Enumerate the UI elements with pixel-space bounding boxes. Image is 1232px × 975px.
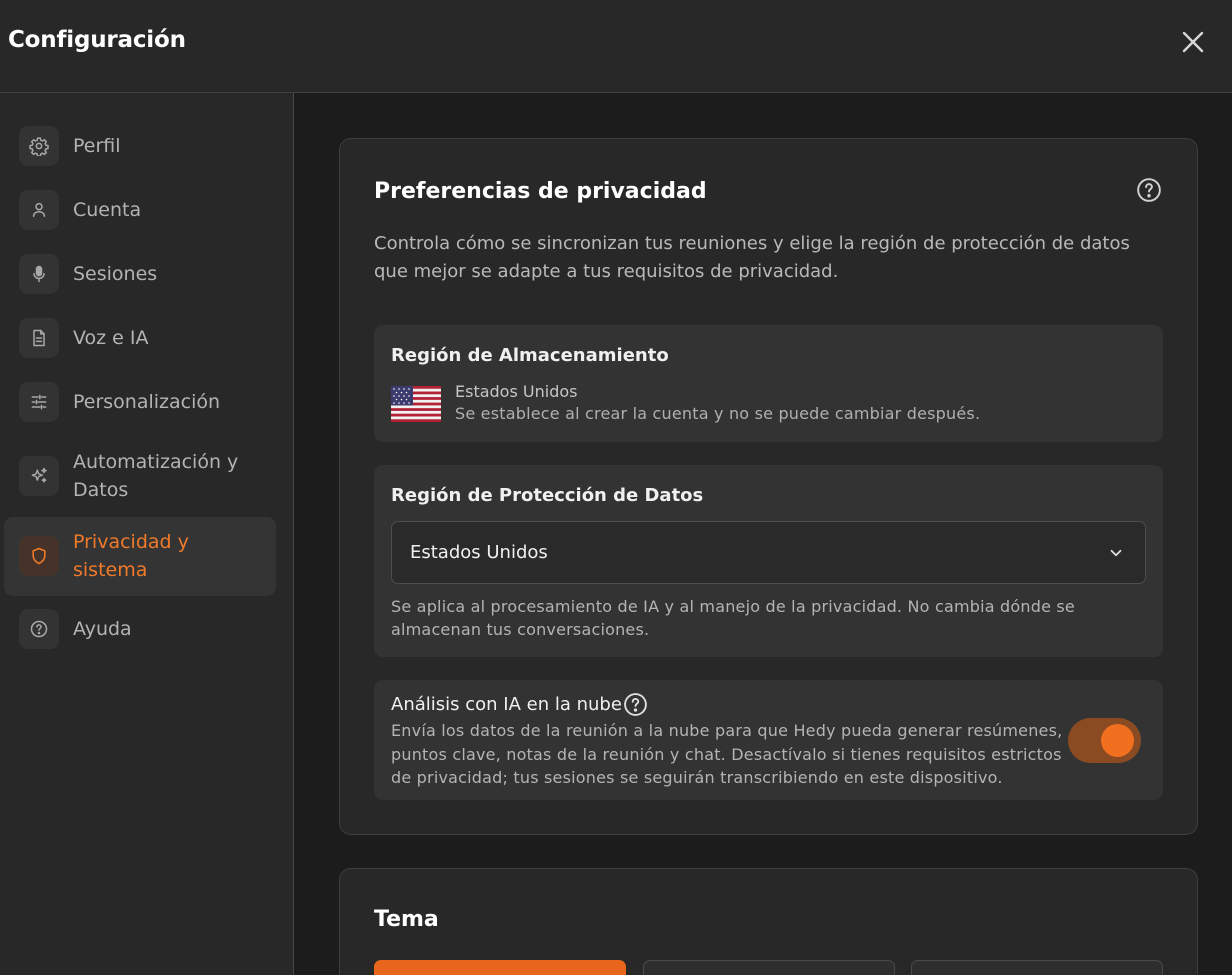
gear-icon: [19, 126, 59, 166]
theme-option[interactable]: [643, 960, 895, 975]
user-icon: [19, 190, 59, 230]
select-value: Estados Unidos: [410, 542, 548, 563]
cloud-ai-title: Análisis con IA en la nube: [391, 694, 622, 715]
cloud-ai-heading: Análisis con IA en la nube: [391, 692, 648, 717]
storage-region-panel: Región de Almacenamiento Estados Unidos …: [374, 325, 1163, 442]
shield-icon: [19, 536, 59, 576]
help-circle-icon: [19, 609, 59, 649]
chevron-down-icon: [1110, 549, 1122, 557]
sidebar-item-label: Personalización: [73, 391, 221, 413]
sidebar-item-sesiones[interactable]: Sesiones: [4, 254, 276, 294]
help-circle-icon[interactable]: [623, 692, 648, 717]
protection-region-note: Se aplica al procesamiento de IA y al ma…: [391, 597, 1075, 639]
sidebar-item-ayuda[interactable]: Ayuda: [4, 609, 276, 649]
panel-title: Región de Protección de Datos: [391, 485, 704, 506]
sidebar-item-label: Cuenta: [73, 199, 142, 221]
sidebar-item-label: Automatización y Datos: [73, 451, 239, 501]
theme-option[interactable]: [911, 960, 1163, 975]
sidebar-item-voz-e-ia[interactable]: Voz e IA: [4, 318, 276, 358]
sidebar-item-cuenta[interactable]: Cuenta: [4, 190, 276, 230]
sidebar-item-privacidad[interactable]: Privacidad y sistema: [4, 517, 276, 596]
theme-card: Tema: [339, 868, 1198, 975]
sidebar-item-personalizacion[interactable]: Personalización: [4, 382, 276, 422]
sidebar-item-label: Perfil: [73, 135, 121, 157]
sidebar-item-perfil[interactable]: Perfil: [4, 126, 276, 166]
us-flag-icon: [391, 386, 441, 422]
help-button[interactable]: [1136, 177, 1162, 203]
document-icon: [19, 318, 59, 358]
storage-region-name: Estados Unidos: [455, 382, 578, 401]
help-circle-icon: [1137, 178, 1161, 202]
card-title: Tema: [374, 907, 439, 932]
protection-region-panel: Región de Protección de Datos Estados Un…: [374, 465, 1163, 657]
toggle-knob: [1101, 724, 1134, 757]
sidebar-item-label: Privacidad y sistema: [73, 531, 189, 581]
sidebar: Perfil Cuenta Sesiones Voz e IA Personal…: [0, 93, 294, 975]
card-description: Controla cómo se sincronizan tus reunion…: [374, 233, 1130, 282]
protection-region-select[interactable]: Estados Unidos: [391, 521, 1146, 584]
settings-window: Configuración Perfil Cuenta Sesiones Voz…: [0, 0, 1232, 975]
storage-region-note: Se establece al crear la cuenta y no se …: [455, 404, 981, 423]
main-content: Preferencias de privacidad Controla cómo…: [295, 93, 1232, 975]
close-button[interactable]: [1174, 23, 1212, 61]
sparkles-icon: [19, 456, 59, 496]
theme-option-selected[interactable]: [374, 960, 626, 975]
card-title: Preferencias de privacidad: [374, 179, 707, 204]
sidebar-item-label: Ayuda: [73, 618, 132, 640]
close-icon: [1182, 31, 1204, 53]
cloud-ai-panel: Análisis con IA en la nube Envía los dat…: [374, 680, 1163, 800]
privacy-card: Preferencias de privacidad Controla cómo…: [339, 138, 1198, 835]
sidebar-item-automatizacion[interactable]: Automatización y Datos: [4, 447, 276, 505]
microphone-icon: [19, 254, 59, 294]
sidebar-item-label: Voz e IA: [73, 327, 149, 349]
header: Configuración: [0, 0, 1232, 93]
cloud-ai-toggle[interactable]: [1068, 718, 1141, 763]
sidebar-item-label: Sesiones: [73, 263, 158, 285]
cloud-ai-description: Envía los datos de la reunión a la nube …: [391, 721, 1063, 787]
panel-title: Región de Almacenamiento: [391, 345, 669, 366]
page-title: Configuración: [8, 27, 186, 53]
sliders-icon: [19, 382, 59, 422]
